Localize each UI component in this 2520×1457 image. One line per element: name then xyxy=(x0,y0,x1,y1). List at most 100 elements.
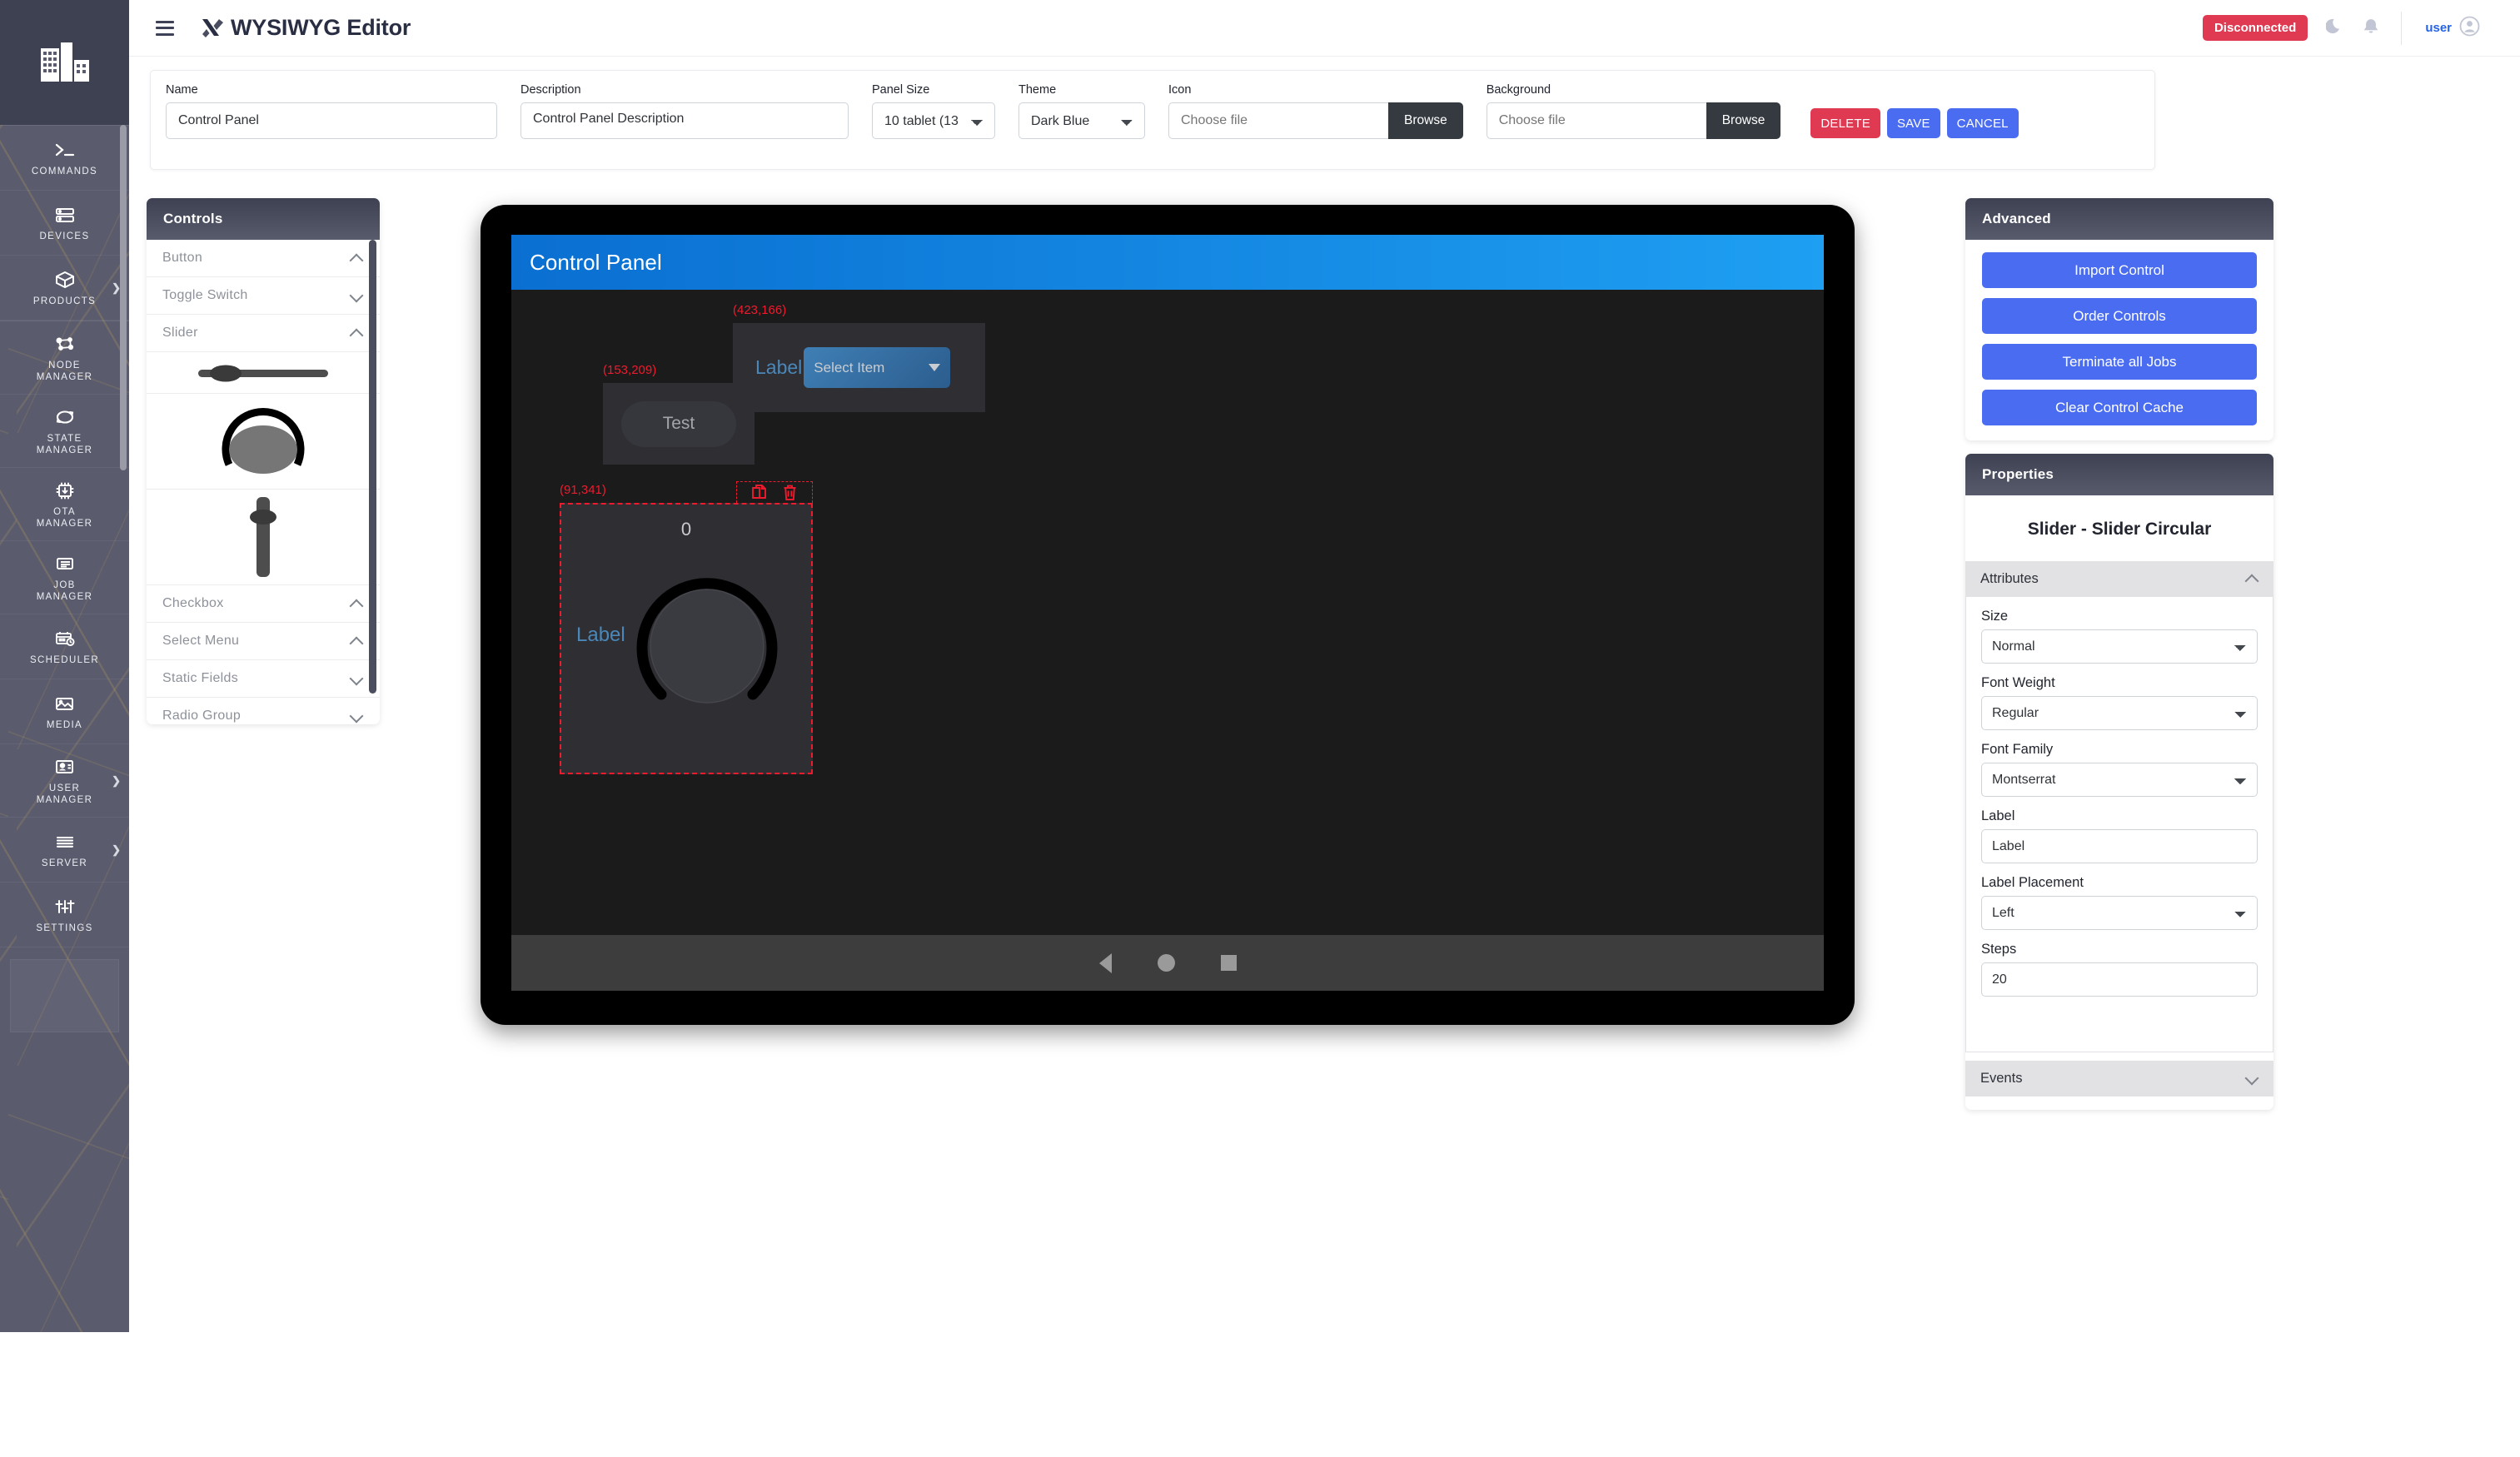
canvas-widget-button[interactable]: (153,209) Test xyxy=(603,363,755,465)
events-label: Events xyxy=(1980,1071,2023,1086)
chevron-up-icon xyxy=(350,330,363,337)
sidebar-item-ota-manager[interactable]: OTA MANAGER xyxy=(0,468,129,541)
control-group-label: Slider xyxy=(162,326,198,340)
name-input[interactable] xyxy=(166,102,497,139)
panel-title-bar: Control Panel xyxy=(511,235,1824,290)
sidebar-item-products[interactable]: PRODUCTS ❯ xyxy=(0,256,129,321)
clear-control-cache-button[interactable]: Clear Control Cache xyxy=(1982,390,2257,425)
control-group-checkbox[interactable]: Checkbox xyxy=(147,585,380,623)
sidebar-item-media[interactable]: MEDIA xyxy=(0,679,129,744)
server-lines-icon xyxy=(54,831,76,853)
controls-panel-scrollbar[interactable] xyxy=(369,240,376,694)
widget-coordinates: (423,166) xyxy=(733,303,787,317)
chevron-down-icon xyxy=(350,675,363,683)
control-group-toggle-switch[interactable]: Toggle Switch xyxy=(147,277,380,315)
sidebar-item-server[interactable]: SERVER ❯ xyxy=(0,818,129,883)
order-controls-button[interactable]: Order Controls xyxy=(1982,298,2257,334)
size-select[interactable]: Normal xyxy=(1981,629,2258,664)
sidebar-item-node-manager[interactable]: NODE MANAGER xyxy=(0,321,129,395)
design-canvas[interactable]: (153,209) Test (423,166) Label Select It… xyxy=(511,290,1824,935)
sidebar-item-settings[interactable]: SETTINGS xyxy=(0,883,129,947)
select-menu-dropdown[interactable]: Select Item xyxy=(804,347,951,388)
test-button[interactable]: Test xyxy=(621,400,736,447)
user-name-label: user xyxy=(2425,21,2452,35)
bell-icon[interactable] xyxy=(2363,17,2379,39)
slider-circular-knob[interactable] xyxy=(628,564,786,723)
cancel-button[interactable]: CANCEL xyxy=(1946,108,2019,138)
label-placement-select[interactable]: Left xyxy=(1981,896,2258,930)
sliders-icon xyxy=(54,896,76,917)
chevron-up-icon xyxy=(350,255,363,262)
back-triangle-icon[interactable] xyxy=(1098,952,1112,973)
slider-label: Label xyxy=(576,624,625,646)
icon-file-input[interactable] xyxy=(1168,102,1388,139)
panel-size-select[interactable]: 10 tablet (13 xyxy=(872,102,995,139)
sidebar-logo-block xyxy=(0,0,129,125)
sidebar-item-commands[interactable]: COMMANDS xyxy=(0,126,129,191)
events-accordion-header[interactable]: Events xyxy=(1965,1061,2273,1096)
sidebar-item-label: STATE MANAGER xyxy=(36,434,93,455)
properties-subject: Slider - Slider Circular xyxy=(2027,520,2212,539)
icon-browse-button[interactable]: Browse xyxy=(1388,102,1463,139)
save-button[interactable]: SAVE xyxy=(1886,108,1940,138)
properties-panel-title: Properties xyxy=(1965,454,2273,495)
delete-button[interactable]: DELETE xyxy=(1810,108,1880,138)
app-header: WYSIWYG Editor Disconnected user xyxy=(129,0,2520,57)
sidebar-item-job-manager[interactable]: JOB MANAGER xyxy=(0,541,129,614)
tablet-device-frame: Control Panel (153,209) Test (423,166) L… xyxy=(481,205,1855,1025)
control-group-button[interactable]: Button xyxy=(147,240,380,277)
controls-panel-title: Controls xyxy=(147,198,380,240)
attributes-accordion-header[interactable]: Attributes xyxy=(1965,561,2273,597)
name-field-group: Name xyxy=(166,83,497,139)
control-group-select-menu[interactable]: Select Menu xyxy=(147,623,380,660)
sidebar-item-state-manager[interactable]: STATE MANAGER xyxy=(0,395,129,468)
description-textarea[interactable]: Control Panel Description xyxy=(520,102,849,139)
background-file-input[interactable] xyxy=(1486,102,1706,139)
chip-download-icon xyxy=(54,480,76,501)
label-input[interactable] xyxy=(1981,829,2258,863)
slider-circular-preview[interactable] xyxy=(147,394,380,490)
hamburger-icon[interactable] xyxy=(156,20,174,36)
moon-icon[interactable] xyxy=(2325,17,2344,39)
home-circle-icon[interactable] xyxy=(1157,954,1175,972)
panel-settings-bar: Name Description Control Panel Descripti… xyxy=(150,70,2155,170)
chevron-up-icon xyxy=(2245,575,2259,583)
theme-field-group: Theme Dark Blue xyxy=(1018,83,1145,139)
font-weight-select[interactable]: Regular xyxy=(1981,696,2258,730)
recents-square-icon[interactable] xyxy=(1220,955,1237,971)
copy-icon[interactable] xyxy=(751,484,768,502)
brand-block: WYSIWYG Editor xyxy=(199,15,411,41)
label-field-label: Label xyxy=(1981,808,2015,823)
background-browse-button[interactable]: Browse xyxy=(1706,102,1781,139)
canvas-widget-slider-circular[interactable]: (91,341) 0 Label xyxy=(560,481,813,774)
description-field-group: Description Control Panel Description xyxy=(520,83,849,139)
job-list-icon xyxy=(54,553,76,574)
slider-vertical-preview[interactable] xyxy=(147,490,380,585)
chevron-down-icon xyxy=(929,364,941,371)
select-menu-value: Select Item xyxy=(814,359,885,375)
import-control-button[interactable]: Import Control xyxy=(1982,252,2257,288)
control-group-label: Button xyxy=(162,251,203,265)
sidebar-item-user-manager[interactable]: USER MANAGER ❯ xyxy=(0,744,129,818)
sidebar-scrollbar[interactable] xyxy=(120,125,127,470)
delete-icon[interactable] xyxy=(782,484,798,502)
widget-body: Label Select Item xyxy=(733,323,985,412)
icon-field-group: Icon Browse xyxy=(1168,83,1463,139)
control-group-radio-group[interactable]: Radio Group xyxy=(147,698,380,724)
font-family-select[interactable]: Montserrat xyxy=(1981,763,2258,797)
terminate-all-jobs-button[interactable]: Terminate all Jobs xyxy=(1982,344,2257,380)
sidebar-item-devices[interactable]: DEVICES xyxy=(0,191,129,256)
status-badge[interactable]: Disconnected xyxy=(2202,15,2308,41)
slider-horizontal-preview[interactable] xyxy=(147,352,380,394)
canvas-widget-select-menu[interactable]: (423,166) Label Select Item xyxy=(733,303,985,412)
control-group-slider[interactable]: Slider xyxy=(147,315,380,352)
user-menu[interactable]: user xyxy=(2425,16,2480,41)
steps-input[interactable] xyxy=(1981,962,2258,997)
control-group-static-fields[interactable]: Static Fields xyxy=(147,660,380,698)
chevron-right-icon: ❯ xyxy=(112,773,121,787)
widget-body-selected: 0 Label xyxy=(560,503,813,774)
calendar-clock-icon xyxy=(54,628,76,649)
sidebar-item-scheduler[interactable]: SCHEDULER xyxy=(0,614,129,679)
tablet-screen: Control Panel (153,209) Test (423,166) L… xyxy=(511,235,1824,991)
theme-select[interactable]: Dark Blue xyxy=(1018,102,1145,139)
